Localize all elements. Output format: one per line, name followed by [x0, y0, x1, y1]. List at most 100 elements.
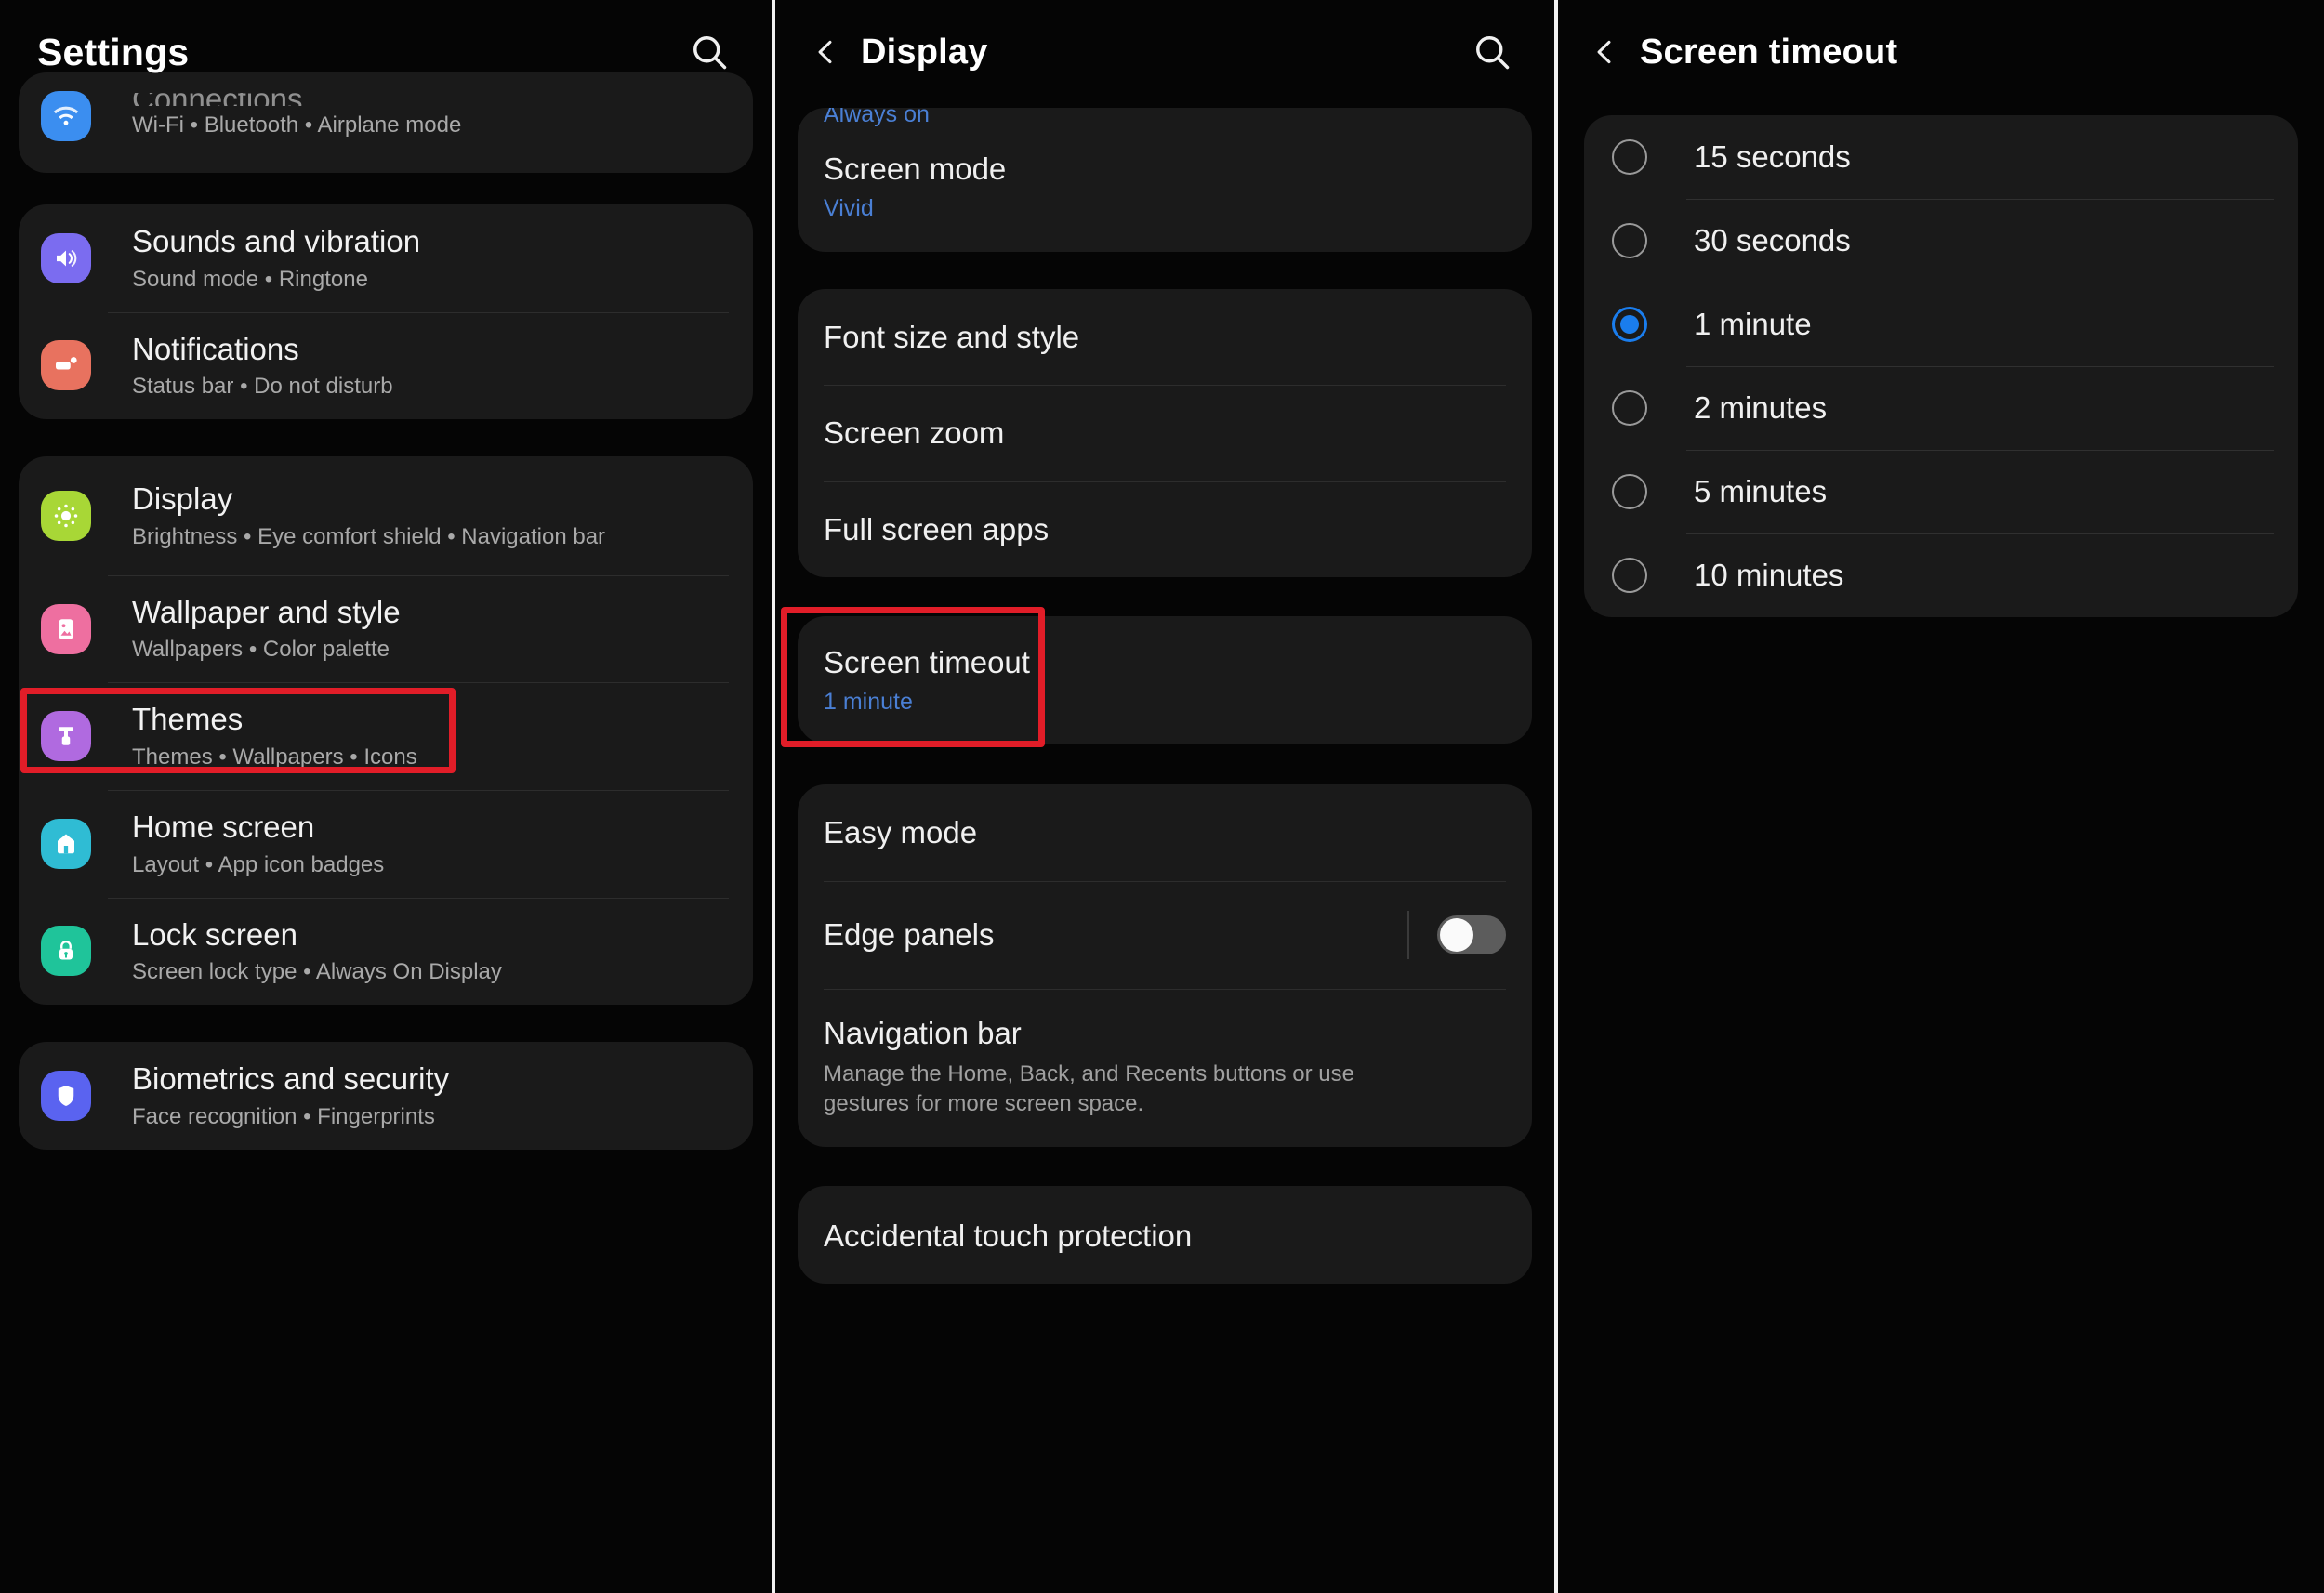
- row-label: Navigation bar: [824, 1015, 1022, 1050]
- row-label: Accidental touch protection: [824, 1218, 1193, 1253]
- row-easy-mode[interactable]: Easy mode: [798, 784, 1532, 881]
- sidebar-item-biometrics-and-security[interactable]: Biometrics and security Face recognition…: [19, 1042, 753, 1150]
- home-icon: [41, 818, 91, 869]
- edge-panels-toggle[interactable]: [1437, 915, 1506, 954]
- three-panel-screenshot-composite: Settings Connections: [0, 0, 2324, 1593]
- row-value: Vivid: [824, 194, 874, 221]
- sidebar-item-wallpaper-and-style[interactable]: Wallpaper and style Wallpapers • Color p…: [19, 574, 753, 683]
- always-on-clipped-value: Always on: [824, 108, 930, 126]
- brightness-icon: [41, 490, 91, 541]
- display-group-screen-mode: Always on Screen mode Vivid: [798, 108, 1532, 252]
- option-label: 1 minute: [1694, 307, 1812, 341]
- toggle-separator: [1407, 910, 1409, 959]
- radio-icon[interactable]: [1612, 558, 1647, 593]
- sidebar-item-desc: Layout • App icon badges: [132, 851, 385, 877]
- option-10-minutes[interactable]: 10 minutes: [1584, 533, 2298, 617]
- option-15-seconds[interactable]: 15 seconds: [1584, 115, 2298, 199]
- chevron-left-icon[interactable]: [1586, 33, 1623, 71]
- radio-icon[interactable]: [1612, 223, 1647, 258]
- display-group-accidental-touch: Accidental touch protection: [798, 1185, 1532, 1284]
- settings-group-display-personalization: Display Brightness • Eye comfort shield …: [19, 456, 753, 1006]
- sidebar-item-lock-screen[interactable]: Lock screen Screen lock type • Always On…: [19, 897, 753, 1006]
- sidebar-item-desc: Wi-Fi • Bluetooth • Airplane mode: [132, 112, 462, 138]
- row-font-size-and-style[interactable]: Font size and style: [798, 289, 1532, 386]
- page-title: Settings: [37, 30, 190, 73]
- row-screen-mode[interactable]: Screen mode Vivid: [798, 126, 1532, 252]
- row-navigation-bar[interactable]: Navigation bar Manage the Home, Back, an…: [798, 988, 1532, 1147]
- radio-icon[interactable]: [1612, 390, 1647, 426]
- display-group-screen-timeout: Screen timeout 1 minute: [798, 616, 1532, 744]
- row-label: Screen timeout: [824, 645, 1030, 680]
- sidebar-item-themes[interactable]: Themes Themes • Wallpapers • Icons: [19, 682, 753, 790]
- sidebar-item-desc: Status bar • Do not disturb: [132, 374, 393, 400]
- sidebar-item-desc: Themes • Wallpapers • Icons: [132, 744, 417, 770]
- row-screen-timeout[interactable]: Screen timeout 1 minute: [798, 616, 1532, 744]
- sidebar-item-sounds-and-vibration[interactable]: Sounds and vibration Sound mode • Ringto…: [19, 204, 753, 312]
- sidebar-item-home-screen[interactable]: Home screen Layout • App icon badges: [19, 789, 753, 898]
- display-group-easy-edge-nav: Easy mode Edge panels Navigation bar Man…: [798, 783, 1532, 1147]
- screen-timeout-options-card: 15 seconds 30 seconds 1 minute 2 minutes…: [1584, 115, 2298, 617]
- option-label: 30 seconds: [1694, 223, 1851, 257]
- panel-screen-timeout: Screen timeout 15 seconds 30 seconds 1 m…: [1558, 0, 2324, 1593]
- row-value: 1 minute: [824, 688, 913, 715]
- radio-icon[interactable]: [1612, 474, 1647, 509]
- screen-timeout-appbar: Screen timeout: [1558, 0, 2324, 104]
- row-accidental-touch-protection[interactable]: Accidental touch protection: [798, 1186, 1532, 1284]
- option-30-seconds[interactable]: 30 seconds: [1584, 199, 2298, 283]
- lock-icon: [41, 926, 91, 977]
- radio-icon-selected[interactable]: [1612, 307, 1647, 342]
- row-screen-zoom[interactable]: Screen zoom: [798, 385, 1532, 481]
- search-icon[interactable]: [1467, 27, 1517, 77]
- row-edge-panels[interactable]: Edge panels: [798, 880, 1532, 989]
- sidebar-item-desc: Brightness • Eye comfort shield • Naviga…: [132, 523, 606, 549]
- volume-icon: [41, 232, 91, 283]
- page-title: Display: [861, 32, 988, 72]
- sidebar-item-display[interactable]: Display Brightness • Eye comfort shield …: [19, 456, 753, 575]
- sidebar-item-label: Wallpaper and style: [132, 594, 401, 629]
- row-full-screen-apps[interactable]: Full screen apps: [798, 481, 1532, 578]
- sidebar-item-desc: Screen lock type • Always On Display: [132, 959, 502, 985]
- sidebar-item-label: Display: [132, 481, 233, 517]
- notification-icon: [41, 340, 91, 391]
- search-icon[interactable]: [684, 27, 734, 77]
- chevron-left-icon[interactable]: [807, 33, 844, 71]
- sidebar-item-desc: Sound mode • Ringtone: [132, 266, 368, 292]
- panel-display: Display Always on Screen mode Vivid Font…: [775, 0, 1554, 1593]
- sidebar-item-label: Sounds and vibration: [132, 224, 421, 258]
- option-label: 15 seconds: [1694, 139, 1851, 174]
- option-5-minutes[interactable]: 5 minutes: [1584, 450, 2298, 533]
- wifi-icon: [41, 91, 91, 141]
- themes-icon: [41, 711, 91, 762]
- row-label: Full screen apps: [824, 511, 1050, 546]
- shield-icon: [41, 1070, 91, 1121]
- panel-settings: Settings Connections: [0, 0, 772, 1593]
- option-1-minute[interactable]: 1 minute: [1584, 283, 2298, 366]
- sidebar-item-notifications[interactable]: Notifications Status bar • Do not distur…: [19, 311, 753, 420]
- row-label: Font size and style: [824, 319, 1080, 354]
- radio-icon[interactable]: [1612, 139, 1647, 175]
- display-appbar: Display: [775, 0, 1554, 104]
- option-label: 10 minutes: [1694, 558, 1844, 592]
- sidebar-item-desc: Face recognition • Fingerprints: [132, 1103, 435, 1129]
- sidebar-item-connections[interactable]: Connections Wi-Fi • Bluetooth • Airplane…: [19, 72, 753, 173]
- sidebar-item-label: Home screen: [132, 809, 315, 844]
- row-label: Screen mode: [824, 151, 1007, 186]
- sidebar-item-label: Themes: [132, 702, 244, 737]
- sidebar-item-desc: Wallpapers • Color palette: [132, 637, 390, 663]
- row-description: Manage the Home, Back, and Recents butto…: [824, 1061, 1354, 1116]
- row-label: Screen zoom: [824, 415, 1005, 451]
- sidebar-item-label: Biometrics and security: [132, 1061, 450, 1097]
- option-label: 5 minutes: [1694, 474, 1828, 508]
- page-title: Screen timeout: [1640, 32, 1898, 72]
- sidebar-item-label: Lock screen: [132, 916, 297, 952]
- option-label: 2 minutes: [1694, 390, 1828, 425]
- toggle-knob: [1440, 917, 1473, 952]
- settings-group-biometrics: Biometrics and security Face recognition…: [19, 1042, 753, 1150]
- display-group-font-zoom-fullscreen: Font size and style Screen zoom Full scr…: [798, 288, 1532, 578]
- sidebar-item-label: Connections: [132, 93, 461, 106]
- option-2-minutes[interactable]: 2 minutes: [1584, 366, 2298, 450]
- row-label: Edge panels: [824, 916, 995, 952]
- sidebar-item-label: Notifications: [132, 331, 299, 366]
- wallpaper-icon: [41, 603, 91, 654]
- row-label: Easy mode: [824, 814, 978, 849]
